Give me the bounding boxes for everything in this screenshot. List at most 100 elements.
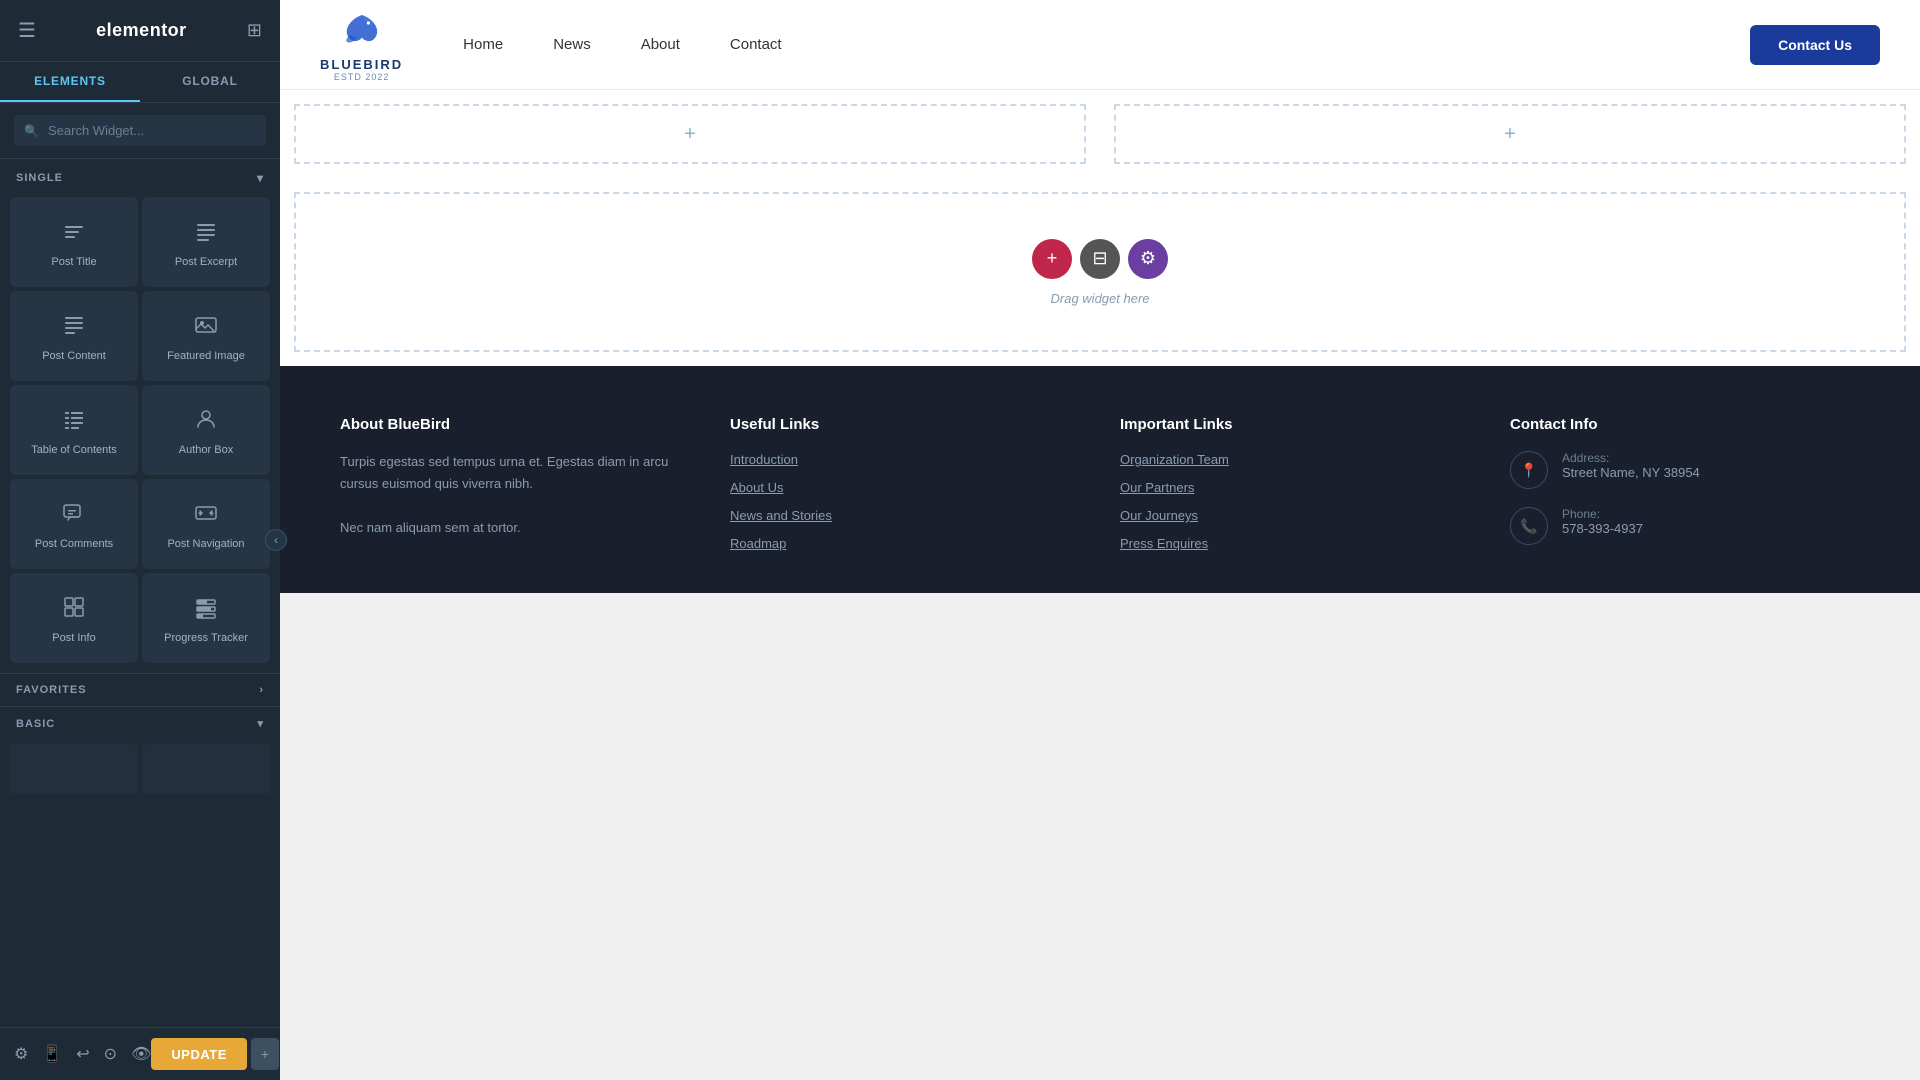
basic-widget-stub-1	[10, 744, 138, 794]
widget-post-comments[interactable]: Post Comments	[10, 479, 138, 569]
progress-tracker-icon	[194, 595, 218, 623]
single-section-label: SINGLE	[16, 172, 63, 184]
update-plus-button[interactable]: +	[251, 1038, 279, 1070]
widget-progress-tracker[interactable]: Progress Tracker	[142, 573, 270, 663]
search-bar	[0, 103, 280, 159]
footer-link-partners-anchor[interactable]: Our Partners	[1120, 480, 1194, 495]
basic-widget-stub-2	[142, 744, 270, 794]
contact-us-button[interactable]: Contact Us	[1750, 25, 1880, 65]
col-right-plus[interactable]: +	[1504, 123, 1516, 146]
basic-section-header[interactable]: BASIC ▾	[0, 706, 280, 740]
nav-home[interactable]: Home	[463, 36, 503, 53]
widget-post-content[interactable]: Post Content	[10, 291, 138, 381]
top-row: + +	[280, 90, 1920, 178]
footer-link-about-us: About Us	[730, 479, 1080, 497]
favorites-section-header[interactable]: FAVORITES ›	[0, 673, 280, 706]
panel-tabs: ELEMENTS GLOBAL	[0, 62, 280, 103]
footer-useful-links-title: Useful Links	[730, 416, 1080, 433]
footer-about-col: About BlueBird Turpis egestas sed tempus…	[340, 416, 690, 563]
nav-about[interactable]: About	[641, 36, 680, 53]
bottom-left-icons: ⚙ 📱 ↩ ⊙ 👁	[14, 1044, 151, 1064]
col-left-plus[interactable]: +	[684, 123, 696, 146]
widget-post-title[interactable]: Post Title	[10, 197, 138, 287]
author-box-label: Author Box	[179, 443, 233, 457]
panel-collapse-arrow[interactable]: ‹	[265, 529, 287, 551]
footer-important-links-title: Important Links	[1120, 416, 1470, 433]
bottom-bar: ⚙ 📱 ↩ ⊙ 👁 UPDATE +	[0, 1027, 280, 1080]
footer-link-introduction-anchor[interactable]: Introduction	[730, 452, 798, 467]
footer-link-journeys: Our Journeys	[1120, 507, 1470, 525]
favorites-arrow: ›	[259, 684, 264, 696]
bottom-right-buttons: UPDATE +	[151, 1038, 279, 1070]
tab-elements[interactable]: ELEMENTS	[0, 62, 140, 102]
drag-inner[interactable]: + ⊟ ⚙ Drag widget here	[294, 192, 1906, 352]
widget-featured-image[interactable]: Featured Image	[142, 291, 270, 381]
footer-link-org-team: Organization Team	[1120, 451, 1470, 469]
footer-link-roadmap-anchor[interactable]: Roadmap	[730, 536, 786, 551]
drag-buttons: + ⊟ ⚙	[1032, 239, 1168, 279]
grid-icon[interactable]: ⊞	[247, 20, 262, 41]
eye-icon[interactable]: 👁	[131, 1044, 151, 1064]
widget-author-box[interactable]: Author Box	[142, 385, 270, 475]
footer-link-about-us-anchor[interactable]: About Us	[730, 480, 783, 495]
update-button[interactable]: UPDATE	[151, 1038, 246, 1070]
tab-global[interactable]: GLOBAL	[140, 62, 280, 102]
post-info-label: Post Info	[52, 631, 95, 645]
footer-link-press-anchor[interactable]: Press Enquires	[1120, 536, 1208, 551]
drag-label: Drag widget here	[1051, 291, 1150, 306]
basic-grid-preview	[0, 740, 280, 800]
responsive-icon[interactable]: 📱	[42, 1044, 62, 1064]
widgets-grid: Post Title Post Excerpt	[0, 193, 280, 673]
nav-links: Home News About Contact	[463, 36, 1750, 53]
single-section-header[interactable]: SINGLE ▾	[0, 159, 280, 193]
left-panel: ☰ elementor ⊞ ELEMENTS GLOBAL SINGLE ▾	[0, 0, 280, 1080]
table-of-contents-icon	[62, 407, 86, 435]
post-title-icon	[62, 219, 86, 247]
preview-icon[interactable]: ⊙	[104, 1044, 117, 1064]
top-col-left[interactable]: +	[294, 104, 1086, 164]
footer-useful-links: Introduction About Us News and Stories R…	[730, 451, 1080, 553]
footer-contact-title: Contact Info	[1510, 416, 1860, 433]
nav-contact[interactable]: Contact	[730, 36, 782, 53]
post-content-label: Post Content	[42, 349, 106, 363]
logo-sub: ESTD 2022	[334, 72, 390, 82]
canvas: + + + ⊟ ⚙ Drag widget here About B	[280, 90, 1920, 1080]
panel-content: SINGLE ▾ Post Title	[0, 159, 280, 1080]
footer-link-roadmap: Roadmap	[730, 535, 1080, 553]
footer-useful-links-col: Useful Links Introduction About Us News …	[730, 416, 1080, 563]
widget-post-info[interactable]: Post Info	[10, 573, 138, 663]
widget-post-excerpt[interactable]: Post Excerpt	[142, 197, 270, 287]
top-col-right[interactable]: +	[1114, 104, 1906, 164]
drag-area: + ⊟ ⚙ Drag widget here	[280, 178, 1920, 366]
footer-link-journeys-anchor[interactable]: Our Journeys	[1120, 508, 1198, 523]
footer-link-org-team-anchor[interactable]: Organization Team	[1120, 452, 1229, 467]
settings-icon[interactable]: ⚙	[14, 1044, 28, 1064]
footer-link-news: News and Stories	[730, 507, 1080, 525]
post-navigation-icon	[194, 501, 218, 529]
undo-icon[interactable]: ↩	[76, 1044, 89, 1064]
navbar: BLUEBIRD ESTD 2022 Home News About Conta…	[280, 0, 1920, 90]
footer-link-press: Press Enquires	[1120, 535, 1470, 553]
nav-news[interactable]: News	[553, 36, 591, 53]
drag-move-button[interactable]: ⊟	[1080, 239, 1120, 279]
post-excerpt-label: Post Excerpt	[175, 255, 237, 269]
hamburger-icon[interactable]: ☰	[18, 18, 36, 43]
basic-arrow: ▾	[257, 717, 264, 730]
drag-settings-button[interactable]: ⚙	[1128, 239, 1168, 279]
phone-icon: 📞	[1510, 507, 1548, 545]
footer-important-links: Organization Team Our Partners Our Journ…	[1120, 451, 1470, 553]
footer-link-news-anchor[interactable]: News and Stories	[730, 508, 832, 523]
widget-post-navigation[interactable]: Post Navigation	[142, 479, 270, 569]
widget-table-of-contents[interactable]: Table of Contents	[10, 385, 138, 475]
progress-tracker-label: Progress Tracker	[164, 631, 248, 645]
drag-add-button[interactable]: +	[1032, 239, 1072, 279]
footer-phone-text: Phone: 578-393-4937	[1562, 507, 1643, 536]
featured-image-icon	[194, 313, 218, 341]
footer-phone-item: 📞 Phone: 578-393-4937	[1510, 507, 1860, 545]
logo-area: BLUEBIRD ESTD 2022	[320, 7, 403, 82]
footer-address-text: Address: Street Name, NY 38954	[1562, 451, 1700, 480]
footer-grid: About BlueBird Turpis egestas sed tempus…	[340, 416, 1860, 563]
footer-about-text: Turpis egestas sed tempus urna et. Egest…	[340, 451, 690, 539]
search-input[interactable]	[14, 115, 266, 146]
panel-logo: elementor	[96, 20, 187, 41]
